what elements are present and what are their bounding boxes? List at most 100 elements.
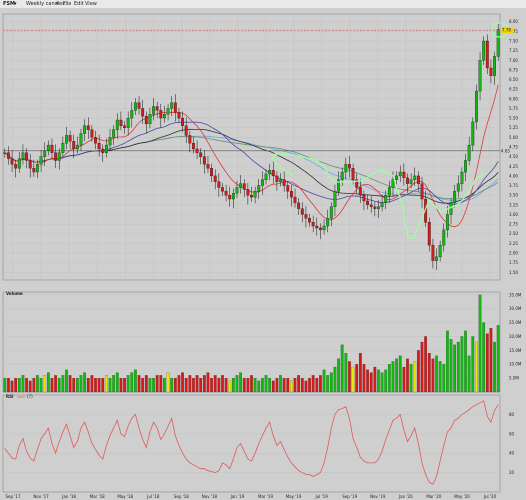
candle-down (217, 181, 221, 188)
volume-tick-label: 35.0M (509, 292, 522, 297)
volume-bar-down (123, 378, 126, 393)
volume-bar-up (235, 375, 239, 393)
volume-bar-down (369, 372, 373, 393)
interval-dropdown-icon[interactable]: ▾ (56, 0, 59, 8)
candle-up (61, 142, 65, 153)
candle-down (250, 195, 253, 198)
volume-bar-down (406, 358, 409, 393)
volume-bar-down (420, 341, 424, 393)
volume-bar-down (173, 378, 177, 393)
volume-bar-down (242, 378, 246, 393)
volume-bar-down (155, 375, 159, 393)
candle-down (224, 191, 228, 196)
symbol-dropdown-icon[interactable]: ▾ (14, 0, 17, 8)
volume-bar-down (7, 378, 10, 393)
candle-down (366, 200, 370, 205)
candle-up (391, 179, 395, 188)
volume-bar-up (257, 380, 261, 393)
price-tick-label: 4.25 (509, 164, 518, 169)
price-tick-label: 4.00 (509, 173, 518, 178)
candle-down (416, 175, 420, 184)
candle-up (449, 202, 453, 215)
interval-label[interactable]: Weekly candles (26, 0, 65, 8)
volume-bar-up (79, 375, 83, 393)
candle-down (402, 171, 406, 178)
volume-bar-down (10, 380, 14, 393)
volume-bar-down (137, 375, 141, 393)
volume-bar-up (326, 375, 330, 393)
candle-up (456, 183, 460, 192)
x-tick-label: Jul '20 (483, 494, 497, 499)
candle-down (242, 183, 246, 190)
volume-bar-down (485, 333, 489, 393)
x-tick-label: Jan '20 (398, 494, 413, 499)
volume-bar-up (166, 372, 170, 393)
candle-up (395, 175, 399, 180)
volume-bar-down (489, 328, 493, 393)
volume-bar-down (308, 378, 311, 393)
stock-chart[interactable]: 1.50 1.75 2.00 2.25 2.50 2.75 3.00 3.25 3.50 3.75… (0, 8, 526, 500)
volume-bar-down (297, 375, 301, 393)
rsi-tick-label: 20 (509, 470, 515, 475)
candle-up (152, 106, 155, 115)
rsi-tick-label: 60 (509, 431, 515, 436)
rsi-tick-label: 80 (509, 412, 515, 417)
volume-bar-up (163, 378, 166, 393)
volume-bar-up (36, 375, 39, 393)
candle-up (83, 125, 87, 134)
candle-up (326, 218, 330, 227)
volume-bar-down (246, 378, 250, 393)
volume-bar-down (141, 378, 145, 393)
volume-bar-down (213, 375, 217, 393)
candle-up (377, 206, 380, 209)
volume-bar-up (449, 339, 453, 393)
volume-bar-down (250, 375, 253, 393)
price-tick-label: 6.50 (509, 77, 518, 82)
candle-down (271, 169, 275, 177)
volume-bar-up (344, 353, 348, 393)
candle-up (104, 144, 108, 153)
price-tick-label: 3.50 (509, 193, 518, 198)
volume-bar-down (159, 375, 163, 393)
candle-up (79, 133, 83, 146)
volume-bar-down (221, 375, 224, 393)
volume-panel[interactable]: 5.0M 10.0M 15.0M 20.0M 25.0M 30.0M 35.0M (2, 291, 522, 393)
rsi-panel-param: (7) (27, 394, 33, 399)
x-tick-label: Jul '19 (314, 494, 328, 499)
candle-down (86, 125, 90, 130)
candle-up (409, 179, 413, 184)
volume-bar-down (427, 353, 431, 393)
menu-edit[interactable]: Edit (74, 0, 84, 8)
candle-down (72, 141, 76, 150)
candle-down (184, 125, 188, 136)
candle-up (36, 164, 39, 173)
menu-file[interactable]: File (63, 0, 71, 8)
price-tick-label: 5.75 (509, 106, 518, 111)
volume-bar-up (43, 375, 47, 393)
menu-view[interactable]: View (85, 0, 97, 8)
volume-bar-up (384, 369, 388, 393)
candle-down (97, 142, 101, 150)
volume-bar-down (366, 369, 369, 393)
candle-up (344, 164, 348, 173)
volume-bar-up (460, 336, 464, 393)
rsi-panel[interactable]: 20 40 60 80 (2, 394, 515, 493)
volume-bar-down (184, 378, 188, 393)
candle-down (188, 135, 192, 144)
volume-bar-up (467, 355, 471, 393)
candle-down (246, 189, 250, 196)
candle-down (282, 179, 286, 186)
volume-bar-down (206, 372, 210, 393)
volume-bar-up (395, 358, 398, 393)
volume-bar-up (134, 369, 137, 393)
candle-up (112, 129, 116, 138)
volume-bar-down (14, 378, 18, 393)
candle-up (387, 187, 391, 196)
candle-up (398, 171, 402, 177)
volume-tick-label: 15.0M (509, 348, 522, 353)
price-tick-label: 6.75 (509, 67, 518, 72)
candle-up (3, 152, 7, 154)
candle-down (32, 168, 36, 173)
volume-bar-up (130, 372, 134, 393)
x-tick-label: Nov '18 (202, 494, 218, 499)
